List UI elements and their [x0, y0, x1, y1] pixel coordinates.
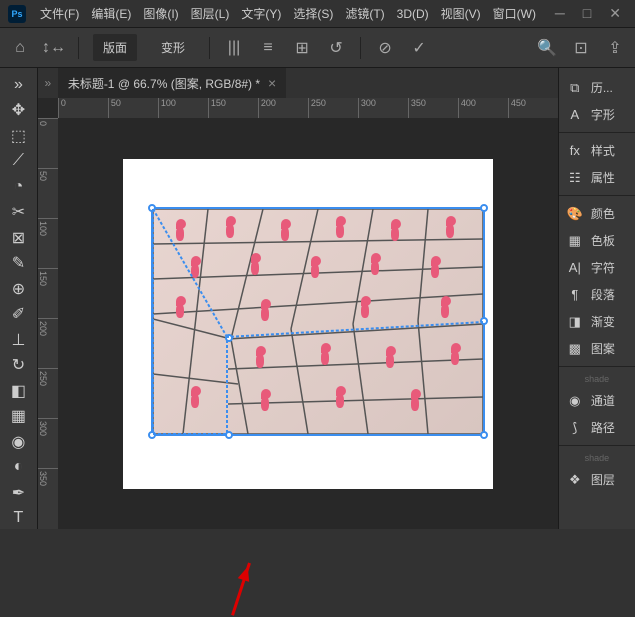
panel-styles[interactable]: fx样式 [559, 137, 635, 164]
history-icon: ⧉ [567, 80, 583, 96]
menu-file[interactable]: 文件(F) [34, 1, 85, 26]
panel-paths[interactable]: ⟆路径 [559, 414, 635, 441]
history-brush-tool[interactable]: ↻ [4, 355, 32, 377]
tabs-chevron-icon[interactable]: » [38, 76, 58, 90]
grid-icon[interactable]: ⊞ [292, 38, 312, 58]
workspace-icon[interactable]: ⊡ [571, 38, 591, 58]
document-tab[interactable]: 未标题-1 @ 66.7% (图案, RGB/8#) * × [58, 68, 286, 98]
brush-tool[interactable]: ✐ [4, 304, 32, 326]
panel-paragraph[interactable]: ¶段落 [559, 281, 635, 308]
panel-layers[interactable]: ❖图层 [559, 466, 635, 493]
swatches-icon: ▦ [567, 233, 583, 249]
menu-filter[interactable]: 滤镜(T) [339, 1, 390, 26]
menu-type[interactable]: 文字(Y) [235, 1, 287, 26]
properties-icon: ☷ [567, 170, 583, 186]
horizontal-ruler: 050100150200250300350400450 [58, 98, 558, 118]
panels-dock: ⧉历... A字形 fx样式 ☷属性 🎨颜色 ▦色板 A|字符 ¶段落 ◨渐变 … [558, 68, 635, 529]
gradient-icon: ◨ [567, 314, 583, 330]
channels-icon: ◉ [567, 393, 583, 409]
panel-group-label: shade [559, 450, 635, 466]
dodge-tool[interactable]: ◐ [4, 457, 32, 479]
layout-toggle[interactable]: 版面 [93, 34, 137, 61]
healing-tool[interactable]: ⊕ [4, 278, 32, 300]
share-icon[interactable]: ⇪ [605, 38, 625, 58]
annotation-arrow [231, 563, 251, 616]
lasso-tool[interactable]: ⟋ [4, 151, 32, 173]
panel-channels[interactable]: ◉通道 [559, 387, 635, 414]
layers-icon: ❖ [567, 472, 583, 488]
patterns-icon: ▩ [567, 341, 583, 357]
chevron-right-icon[interactable]: » [4, 74, 32, 96]
paths-icon: ⟆ [567, 420, 583, 436]
menu-window[interactable]: 窗口(W) [487, 1, 542, 26]
vertical-ruler: 050100150200250300350 [38, 118, 58, 529]
crop-tool[interactable]: ✂ [4, 202, 32, 224]
eraser-tool[interactable]: ◧ [4, 380, 32, 402]
tab-title: 未标题-1 @ 66.7% (图案, RGB/8#) * [68, 75, 260, 92]
pattern-layer[interactable] [153, 209, 483, 434]
panel-properties[interactable]: ☷属性 [559, 164, 635, 191]
character-icon: A| [567, 260, 583, 275]
glyphs-icon: A [567, 107, 583, 122]
panel-group-label: shade [559, 371, 635, 387]
menu-view[interactable]: 视图(V) [435, 1, 487, 26]
color-icon: 🎨 [567, 206, 583, 222]
type-tool[interactable]: T [4, 508, 32, 530]
menu-3d[interactable]: 3D(D) [391, 3, 435, 25]
paragraph-icon: ¶ [567, 287, 583, 302]
frame-tool[interactable]: ⊠ [4, 227, 32, 249]
home-icon[interactable]: ⌂ [10, 38, 30, 58]
options-bar: ⌂ ↕↔ 版面 变形 ||| ≡ ⊞ ↺ ⊘ ✓ 🔍 ⊡ ⇪ [0, 28, 635, 68]
menu-image[interactable]: 图像(I) [137, 1, 184, 26]
tab-close-icon[interactable]: × [268, 75, 276, 91]
close-icon[interactable]: ✕ [609, 5, 621, 22]
cancel-icon[interactable]: ⊘ [375, 38, 395, 58]
canvas-page [123, 159, 493, 489]
reset-icon[interactable]: ↺ [326, 38, 346, 58]
panel-character[interactable]: A|字符 [559, 254, 635, 281]
quick-select-tool[interactable]: ◔ [4, 176, 32, 198]
gradient-tool[interactable]: ▦ [4, 406, 32, 428]
canvas-area[interactable] [58, 118, 558, 529]
search-icon[interactable]: 🔍 [537, 38, 557, 58]
transform-toggle[interactable]: 变形 [151, 34, 195, 61]
align-horiz-icon[interactable]: ≡ [258, 38, 278, 58]
panel-gradient[interactable]: ◨渐变 [559, 308, 635, 335]
maximize-icon[interactable]: □ [583, 5, 591, 22]
eyedropper-tool[interactable]: ✎ [4, 253, 32, 275]
menu-select[interactable]: 选择(S) [287, 1, 339, 26]
move-tool[interactable]: ✥ [4, 100, 32, 122]
minimize-icon[interactable]: ─ [555, 5, 565, 22]
menu-edit[interactable]: 编辑(E) [85, 1, 137, 26]
panel-patterns[interactable]: ▩图案 [559, 335, 635, 362]
pen-tool[interactable]: ✒ [4, 482, 32, 504]
marquee-tool[interactable]: ⬚ [4, 125, 32, 147]
panel-glyphs[interactable]: A字形 [559, 101, 635, 128]
app-logo: Ps [8, 5, 26, 23]
transform-controls-icon[interactable]: ↕↔ [44, 38, 64, 58]
align-vert-icon[interactable]: ||| [224, 38, 244, 58]
panel-swatches[interactable]: ▦色板 [559, 227, 635, 254]
menu-layer[interactable]: 图层(L) [185, 1, 236, 26]
styles-icon: fx [567, 143, 583, 158]
commit-icon[interactable]: ✓ [409, 38, 429, 58]
blur-tool[interactable]: ◉ [4, 431, 32, 453]
stamp-tool[interactable]: ⊥ [4, 329, 32, 351]
tools-panel: » ✥ ⬚ ⟋ ◔ ✂ ⊠ ✎ ⊕ ✐ ⊥ ↻ ◧ ▦ ◉ ◐ ✒ T [0, 68, 38, 529]
panel-history[interactable]: ⧉历... [559, 74, 635, 101]
panel-color[interactable]: 🎨颜色 [559, 200, 635, 227]
